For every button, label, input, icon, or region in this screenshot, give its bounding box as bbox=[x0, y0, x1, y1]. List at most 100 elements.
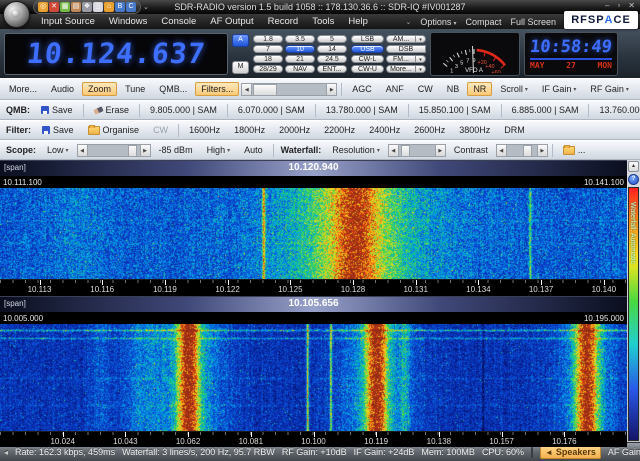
vfo-c-icon[interactable]: C bbox=[126, 2, 136, 12]
qmb-memory-4[interactable]: 15.850.100 | SAM bbox=[413, 103, 497, 117]
slider-thumb[interactable] bbox=[523, 145, 532, 157]
filter-save-button[interactable]: Save bbox=[36, 123, 80, 137]
slider-thumb[interactable] bbox=[401, 145, 410, 157]
mode-am[interactable]: AM...▾ bbox=[386, 35, 426, 43]
band-nav[interactable]: NAV bbox=[285, 65, 315, 73]
toolbar-audio[interactable]: Audio bbox=[45, 82, 80, 96]
qmb-memory-2[interactable]: 6.070.000 | SAM bbox=[232, 103, 311, 117]
qmb-memory-1[interactable]: 9.805.000 | SAM bbox=[144, 103, 223, 117]
toolbar-nr[interactable]: NR bbox=[467, 82, 492, 96]
waterfall-resolution-slider[interactable]: ◀ ▶ bbox=[388, 144, 446, 157]
qmb-memory-6[interactable]: 13.760.000 | bbox=[593, 103, 640, 117]
toolbar-if-gain[interactable]: IF Gain▾ bbox=[536, 82, 583, 96]
options-menu[interactable]: Options▾ bbox=[420, 17, 456, 27]
home-icon[interactable]: ⌂ bbox=[104, 2, 114, 12]
close-button[interactable]: ✕ bbox=[626, 1, 637, 11]
status-collapse-icon[interactable]: ◂ bbox=[4, 448, 8, 457]
band-7[interactable]: 7 bbox=[253, 45, 283, 53]
slider-thumb[interactable] bbox=[128, 145, 137, 157]
notes-icon[interactable]: ▯ bbox=[93, 2, 103, 12]
toolbar-filters[interactable]: Filters... bbox=[195, 82, 239, 96]
waterfall-contrast-label[interactable]: Contrast bbox=[448, 143, 494, 157]
toolbar-qmb[interactable]: QMB... bbox=[153, 82, 193, 96]
band-ent[interactable]: ENT... bbox=[317, 65, 347, 73]
chevron-down-icon[interactable]: ▾ bbox=[416, 35, 426, 43]
toolbar-more[interactable]: More... bbox=[3, 82, 43, 96]
slider-right-icon[interactable]: ▶ bbox=[435, 144, 446, 157]
maximize-button[interactable]: ▫ bbox=[615, 1, 622, 11]
scrollbar-thumb[interactable] bbox=[253, 84, 277, 96]
qmb-memory-3[interactable]: 13.780.000 | SAM bbox=[320, 103, 404, 117]
menu-help[interactable]: Help bbox=[341, 16, 375, 27]
band-18[interactable]: 18 bbox=[253, 55, 283, 63]
band-24-5[interactable]: 24.5 bbox=[317, 55, 347, 63]
qmb-save-button[interactable]: Save bbox=[35, 103, 79, 117]
qmb-erase-button[interactable]: Erase bbox=[88, 103, 136, 117]
mode-cw-l[interactable]: CW-L bbox=[351, 55, 384, 63]
filter-3800hz[interactable]: 3800Hz bbox=[453, 123, 496, 137]
menu-console[interactable]: Console bbox=[154, 16, 203, 27]
chevron-down-icon[interactable]: ▾ bbox=[416, 65, 426, 73]
toolbar-nb[interactable]: NB bbox=[441, 82, 466, 96]
toolbar-scroll[interactable]: Scroll▾ bbox=[494, 82, 534, 96]
menu-af-output[interactable]: AF Output bbox=[203, 16, 260, 27]
scroll-right-icon[interactable]: ▶ bbox=[326, 83, 337, 96]
tools-icon[interactable]: ✕ bbox=[49, 2, 59, 12]
band-21[interactable]: 21 bbox=[285, 55, 315, 63]
filter-2400hz[interactable]: 2400Hz bbox=[363, 123, 406, 137]
compact-button[interactable]: Compact bbox=[465, 17, 501, 27]
tuning-scrollbar[interactable]: ◀ ▶ bbox=[241, 83, 337, 96]
slider-left-icon[interactable]: ◀ bbox=[77, 144, 88, 157]
full-screen-button[interactable]: Full Screen bbox=[510, 17, 556, 27]
band-14[interactable]: 14 bbox=[317, 45, 347, 53]
slider-right-icon[interactable]: ▶ bbox=[537, 144, 548, 157]
ribbon-overflow-icon[interactable]: ⌄ bbox=[406, 18, 412, 26]
scope-low-dropdown[interactable]: Low▾ bbox=[41, 143, 75, 157]
speakers-button[interactable]: ◄Speakers bbox=[540, 445, 601, 459]
collapse-panel-icon[interactable]: ▴ bbox=[628, 161, 639, 172]
filter-drm[interactable]: DRM bbox=[498, 123, 531, 137]
qmb-memory-5[interactable]: 6.885.000 | SAM bbox=[506, 103, 585, 117]
toolbar-zoom[interactable]: Zoom bbox=[82, 82, 117, 96]
scope-low-slider[interactable]: ◀ ▶ bbox=[77, 144, 151, 157]
toolbar-cw[interactable]: CW bbox=[412, 82, 439, 96]
menu-input-source[interactable]: Input Source bbox=[34, 16, 102, 27]
band-3-5[interactable]: 3.5 bbox=[285, 35, 315, 43]
mode-more[interactable]: More...▾ bbox=[386, 65, 426, 73]
waterfall-1-canvas[interactable] bbox=[0, 188, 627, 279]
filter-2600hz[interactable]: 2600Hz bbox=[408, 123, 451, 137]
filter-2200hz[interactable]: 2200Hz bbox=[318, 123, 361, 137]
scroll-left-icon[interactable]: ◀ bbox=[241, 83, 252, 96]
slider-right-icon[interactable]: ▶ bbox=[140, 144, 151, 157]
toolbar-agc[interactable]: AGC bbox=[346, 82, 378, 96]
band-1-8[interactable]: 1.8 bbox=[253, 35, 283, 43]
menu-tools[interactable]: Tools bbox=[305, 16, 341, 27]
slider-left-icon[interactable]: ◀ bbox=[496, 144, 507, 157]
scope-auto-button[interactable]: Auto bbox=[238, 143, 269, 157]
mode-dsb[interactable]: DSB bbox=[386, 45, 426, 53]
display-icon[interactable]: ▦ bbox=[60, 2, 70, 12]
slider-left-icon[interactable]: ◀ bbox=[388, 144, 399, 157]
mode-cw-u[interactable]: CW-U bbox=[351, 65, 384, 73]
scope-level-button[interactable]: -85 dBm bbox=[153, 143, 199, 157]
toolbar-rf-gain[interactable]: RF Gain▾ bbox=[584, 82, 635, 96]
target-icon[interactable]: ◎ bbox=[38, 2, 48, 12]
vfo-a-button[interactable]: A bbox=[232, 34, 249, 47]
calendar-icon[interactable]: ▤ bbox=[71, 2, 81, 12]
menu-record[interactable]: Record bbox=[261, 16, 306, 27]
band-5[interactable]: 5 bbox=[317, 35, 347, 43]
mode-lsb[interactable]: LSB bbox=[351, 35, 384, 43]
filter-1600hz[interactable]: 1600Hz bbox=[183, 123, 226, 137]
chevron-down-icon[interactable]: ▾ bbox=[416, 55, 426, 63]
scope-high-dropdown[interactable]: High▾ bbox=[201, 143, 237, 157]
waterfall-resolution-dropdown[interactable]: Resolution▾ bbox=[326, 143, 386, 157]
filter-2000hz[interactable]: 2000Hz bbox=[273, 123, 316, 137]
filter-1800hz[interactable]: 1800Hz bbox=[228, 123, 271, 137]
vfo-b-icon[interactable]: B bbox=[115, 2, 125, 12]
quick-access-customize-icon[interactable]: ⌄ bbox=[143, 3, 149, 11]
filter-organise-button[interactable]: Organise bbox=[82, 123, 146, 137]
application-orb-button[interactable] bbox=[3, 1, 30, 28]
mode-fm[interactable]: FM...▾ bbox=[386, 55, 426, 63]
favourites-icon[interactable]: ❖ bbox=[82, 2, 92, 12]
toolbar-tune[interactable]: Tune bbox=[119, 82, 151, 96]
